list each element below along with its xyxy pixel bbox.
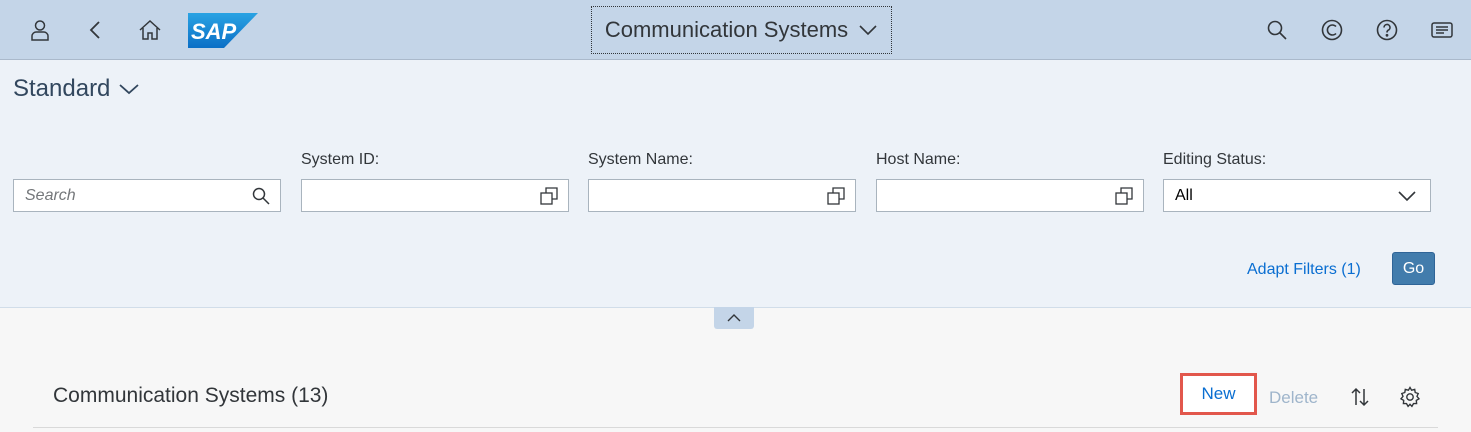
settings-gear-icon[interactable] — [1396, 383, 1424, 411]
filter-bar: Standard Search System ID: System Name: — [0, 60, 1471, 308]
host-name-field[interactable] — [876, 179, 1144, 212]
search-icon[interactable] — [1259, 12, 1295, 48]
new-button-label: New — [1201, 384, 1236, 403]
variant-selector[interactable]: Standard — [13, 75, 140, 103]
host-name-label: Host Name: — [876, 151, 961, 168]
home-icon[interactable] — [132, 12, 168, 48]
variant-label: Standard — [13, 75, 111, 102]
chevron-down-icon[interactable] — [1396, 185, 1418, 207]
notifications-icon[interactable] — [1424, 12, 1460, 48]
search-icon[interactable] — [250, 185, 272, 207]
sort-icon[interactable] — [1346, 383, 1374, 411]
sap-logo-text: SAP — [191, 19, 237, 44]
search-placeholder: Search — [25, 187, 76, 204]
shell-bar: SAP Communication Systems — [0, 0, 1471, 60]
toolbar-divider — [33, 427, 1438, 428]
table-title: Communication Systems (13) — [53, 384, 329, 407]
value-help-icon[interactable] — [1113, 185, 1135, 207]
go-button[interactable]: Go — [1392, 252, 1435, 285]
system-name-field[interactable] — [588, 179, 856, 212]
editing-status-select[interactable]: All — [1163, 179, 1431, 212]
sap-logo[interactable]: SAP — [188, 13, 258, 48]
app-title-menu[interactable]: Communication Systems — [591, 6, 892, 54]
user-icon[interactable] — [22, 12, 58, 48]
system-id-field[interactable] — [301, 179, 569, 212]
app-title: Communication Systems — [604, 17, 849, 42]
system-id-label: System ID: — [301, 151, 380, 168]
chevron-up-icon — [727, 314, 741, 322]
system-name-label: System Name: — [588, 151, 693, 168]
collapse-header-button[interactable] — [714, 307, 754, 329]
editing-status-value: All — [1175, 187, 1193, 204]
search-input[interactable]: Search — [13, 179, 281, 212]
new-button[interactable]: New — [1180, 373, 1257, 415]
delete-button[interactable]: Delete — [1269, 388, 1318, 408]
back-icon[interactable] — [78, 12, 114, 48]
value-help-icon[interactable] — [538, 185, 560, 207]
chevron-down-icon — [119, 84, 140, 95]
copilot-icon[interactable] — [1314, 12, 1350, 48]
adapt-filters-link[interactable]: Adapt Filters (1) — [1247, 261, 1361, 279]
chevron-down-icon — [859, 25, 877, 36]
editing-status-label: Editing Status: — [1163, 151, 1267, 168]
help-icon[interactable] — [1369, 12, 1405, 48]
value-help-icon[interactable] — [825, 185, 847, 207]
